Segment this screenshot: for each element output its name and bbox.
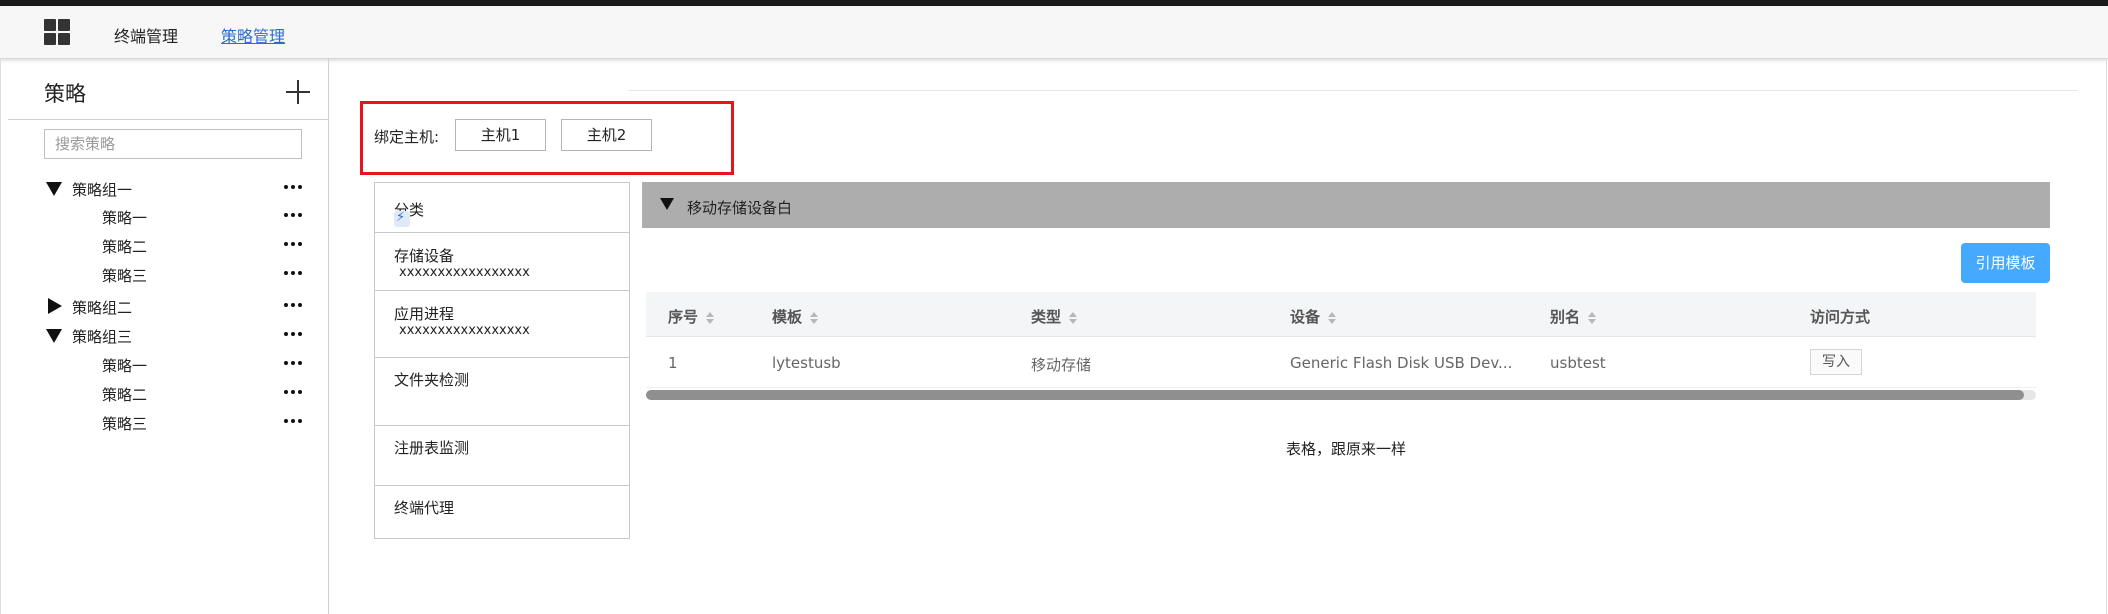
- sort-icon[interactable]: [1588, 311, 1597, 324]
- section-title: 移动存储设备白: [687, 199, 793, 217]
- reference-template-button[interactable]: 引用模板: [1961, 243, 2050, 283]
- tree-item-label: 策略三: [102, 267, 148, 285]
- tree-group-label: 策略组三: [72, 328, 133, 346]
- tree-group-3[interactable]: 策略组三: [46, 323, 304, 347]
- column-header-device[interactable]: 设备: [1290, 306, 1337, 327]
- tree-group-label: 策略组一: [72, 181, 133, 199]
- tree-item-label: 策略一: [102, 209, 148, 227]
- category-title: 存储设备: [394, 247, 455, 265]
- tree-item[interactable]: 策略一: [102, 204, 304, 228]
- category-item-process[interactable]: 应用进程 xxxxxxxxxxxxxxxxx: [375, 291, 629, 358]
- column-header-template[interactable]: 模板: [772, 306, 819, 327]
- more-dots-icon[interactable]: [284, 361, 302, 367]
- tree-item-label: 策略一: [102, 357, 148, 375]
- more-dots-icon[interactable]: [284, 419, 302, 425]
- more-dots-icon[interactable]: [284, 271, 302, 277]
- tree-group-2[interactable]: 策略组二: [46, 294, 304, 318]
- category-item-folder[interactable]: 文件夹检测: [375, 358, 629, 426]
- category-panel: 分类 存储设备 xxxxxxxxxxxxxxxxx 应用进程 xxxxxxxxx…: [374, 182, 630, 539]
- policy-search-input[interactable]: [44, 129, 302, 159]
- sort-icon[interactable]: [1328, 311, 1337, 324]
- top-navbar: 终端管理 策略管理: [0, 6, 2108, 59]
- more-dots-icon[interactable]: [284, 332, 302, 338]
- bind-hosts-label: 绑定主机:: [374, 128, 440, 146]
- column-label: 设备: [1290, 308, 1321, 326]
- add-policy-plus-icon[interactable]: [284, 78, 312, 106]
- sidebar-divider: [8, 119, 328, 120]
- caret-down-icon[interactable]: [46, 182, 62, 196]
- cell-alias: usbtest: [1550, 354, 1606, 372]
- category-item-storage[interactable]: 存储设备 xxxxxxxxxxxxxxxxx: [375, 233, 629, 291]
- column-label: 别名: [1550, 308, 1581, 326]
- caret-down-icon[interactable]: [46, 329, 62, 343]
- tree-item-label: 策略二: [102, 238, 148, 256]
- category-title: 终端代理: [394, 499, 455, 517]
- more-dots-icon[interactable]: [284, 185, 302, 191]
- sidebar-title: 策略: [44, 82, 86, 106]
- tree-group-label: 策略组二: [72, 299, 133, 317]
- window-right-border: [2106, 58, 2107, 614]
- tree-group-1[interactable]: 策略组一: [46, 176, 304, 200]
- column-label: 序号: [668, 308, 699, 326]
- column-label: 类型: [1031, 308, 1062, 326]
- horizontal-scrollbar-thumb[interactable]: [646, 390, 2024, 400]
- category-item-agent[interactable]: 终端代理: [375, 486, 629, 538]
- more-dots-icon[interactable]: [284, 390, 302, 396]
- category-item-registry[interactable]: 注册表监测: [375, 426, 629, 486]
- section-header-bar[interactable]: 移动存储设备白: [642, 182, 2050, 228]
- tree-item[interactable]: 策略二: [102, 233, 304, 257]
- caret-right-icon[interactable]: [48, 298, 62, 314]
- category-subtitle: xxxxxxxxxxxxxxxxx: [399, 323, 530, 338]
- sort-icon[interactable]: [706, 311, 715, 324]
- nav-terminal-management[interactable]: 终端管理: [114, 23, 178, 47]
- caret-down-icon[interactable]: [660, 198, 674, 210]
- more-dots-icon[interactable]: [284, 242, 302, 248]
- tree-item-label: 策略二: [102, 386, 148, 404]
- tree-item[interactable]: 策略二: [102, 381, 304, 405]
- category-title: 应用进程: [394, 305, 455, 323]
- policy-sidebar: 策略 策略组一 策略一 策略二 策略三 策略组二 策略组三 策略一 策略二: [0, 58, 329, 614]
- tree-item[interactable]: 策略三: [102, 410, 304, 434]
- column-header-alias[interactable]: 别名: [1550, 306, 1597, 327]
- sort-icon[interactable]: [1069, 311, 1078, 324]
- annotation-note: 表格，跟原来一样: [1286, 440, 1407, 458]
- cell-template: lytestusb: [772, 354, 841, 372]
- category-header: 分类: [375, 183, 629, 233]
- more-dots-icon[interactable]: [284, 303, 302, 309]
- tree-item[interactable]: 策略三: [102, 262, 304, 286]
- tree-item-label: 策略三: [102, 415, 148, 433]
- sort-icon[interactable]: [810, 311, 819, 324]
- cell-index: 1: [668, 354, 678, 372]
- lightning-icon[interactable]: [394, 210, 410, 227]
- column-header-index[interactable]: 序号: [668, 306, 715, 327]
- column-header-access: 访问方式: [1810, 308, 1871, 326]
- tree-item[interactable]: 策略一: [102, 352, 304, 376]
- cell-type: 移动存储: [1031, 356, 1092, 374]
- host-2-button[interactable]: 主机2: [561, 119, 652, 151]
- cell-device: Generic Flash Disk USB Dev...: [1290, 354, 1513, 372]
- host-1-button[interactable]: 主机1: [455, 119, 546, 151]
- access-write-tag[interactable]: 写入: [1810, 349, 1862, 375]
- column-header-type[interactable]: 类型: [1031, 306, 1078, 327]
- category-title: 文件夹检测: [394, 371, 470, 389]
- content-divider: [628, 90, 2078, 91]
- nav-policy-management[interactable]: 策略管理: [221, 23, 285, 47]
- category-title: 注册表监测: [394, 439, 470, 457]
- grid-menu-icon[interactable]: [44, 19, 70, 45]
- column-label: 模板: [772, 308, 803, 326]
- table-header: 序号 模板 类型 设备 别名 访问方式: [646, 292, 2036, 337]
- more-dots-icon[interactable]: [284, 213, 302, 219]
- category-subtitle: xxxxxxxxxxxxxxxxx: [399, 265, 530, 280]
- table-row[interactable]: 1 lytestusb 移动存储 Generic Flash Disk USB …: [646, 337, 2036, 388]
